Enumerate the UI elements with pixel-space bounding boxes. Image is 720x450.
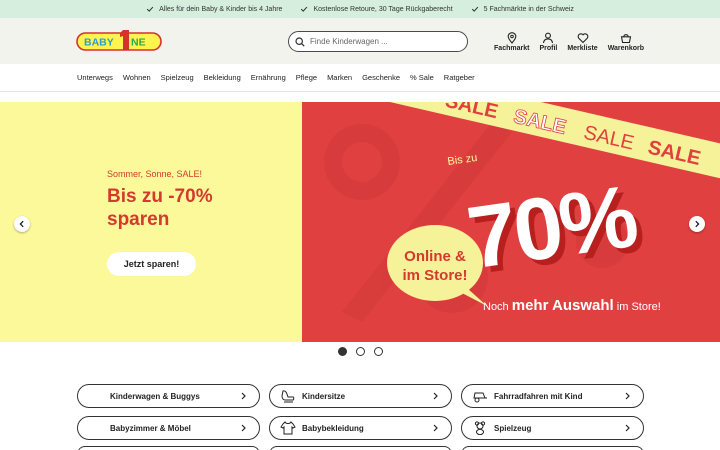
- chevron-right-icon: [241, 392, 246, 400]
- search-input[interactable]: [310, 37, 460, 46]
- sale-banner-image[interactable]: SALE SALE SALE SALE Bis zu -70% -70% Onl…: [302, 102, 720, 342]
- slider-prev-button[interactable]: [14, 216, 30, 232]
- category-pill-partial[interactable]: [77, 446, 260, 450]
- usp-item: Kostenlose Retoure, 30 Tage Rückgaberech…: [300, 5, 453, 13]
- nav-item-bekleidung[interactable]: Bekleidung: [204, 73, 241, 82]
- hero-text-panel: Sommer, Sonne, SALE! Bis zu -70% sparen …: [0, 102, 302, 342]
- bubble-line1: Online &: [404, 248, 466, 265]
- hero-slider: Sommer, Sonne, SALE! Bis zu -70% sparen …: [0, 102, 720, 342]
- profile-label: Profil: [539, 45, 558, 52]
- chevron-right-icon: [241, 424, 246, 432]
- site-header: BABY NE Fachmarkt Profil Merkliste Waren…: [0, 18, 720, 64]
- wishlist-label: Merkliste: [567, 45, 598, 52]
- chevron-right-icon: [695, 220, 700, 228]
- tagline-bold: mehr Auswahl: [512, 297, 614, 314]
- shop-now-button[interactable]: Jetzt sparen!: [107, 252, 196, 276]
- hero-title: Bis zu -70% sparen: [107, 186, 213, 230]
- category-row-partial: [77, 446, 644, 450]
- teddy-bear-icon: [474, 421, 486, 435]
- check-icon: [146, 6, 154, 12]
- category-label: Babyzimmer & Möbel: [110, 423, 191, 433]
- category-pill-partial[interactable]: [461, 446, 644, 450]
- chevron-right-icon: [433, 424, 438, 432]
- slider-next-button[interactable]: [689, 216, 705, 232]
- car-seat-icon: [281, 390, 295, 403]
- nav-item-wohnen[interactable]: Wohnen: [123, 73, 151, 82]
- logo-text-baby: BABY: [84, 37, 114, 49]
- nav-item-geschenke[interactable]: Geschenke: [362, 73, 400, 82]
- usp-text: Alles für dein Baby & Kinder bis 4 Jahre: [159, 5, 283, 13]
- tagline-pre: Noch: [483, 301, 509, 313]
- usp-item: 5 Fachmärkte in der Schweiz: [471, 5, 574, 13]
- nav-item-ratgeber[interactable]: Ratgeber: [444, 73, 475, 82]
- profile-button[interactable]: Profil: [539, 32, 557, 52]
- slide-dot-1[interactable]: [337, 347, 347, 356]
- category-kinderwagen[interactable]: Kinderwagen & Buggys: [77, 384, 260, 408]
- baby-clothes-icon: [280, 421, 296, 435]
- bike-trailer-icon: [473, 392, 487, 403]
- cart-label: Warenkorb: [607, 45, 644, 52]
- category-label: Spielzeug: [494, 423, 532, 433]
- nav-item-unterwegs[interactable]: Unterwegs: [77, 73, 113, 82]
- chevron-right-icon: [433, 392, 438, 400]
- category-babybekleidung[interactable]: Babybekleidung: [269, 416, 452, 440]
- category-kindersitze[interactable]: Kindersitze: [269, 384, 452, 408]
- chevron-right-icon: [625, 424, 630, 432]
- search-icon: [295, 36, 305, 47]
- wishlist-button[interactable]: Merkliste: [567, 32, 598, 52]
- bubble-line2: im Store!: [402, 267, 467, 284]
- usp-text: Kostenlose Retoure, 30 Tage Rückgaberech…: [313, 5, 453, 13]
- category-label: Kindersitze: [302, 391, 346, 401]
- usp-item: Alles für dein Baby & Kinder bis 4 Jahre: [146, 5, 282, 13]
- usp-text: 5 Fachmärkte in der Schweiz: [483, 5, 574, 13]
- nav-item-pflege[interactable]: Pflege: [296, 73, 317, 82]
- main-nav: Unterwegs Wohnen Spielzeug Bekleidung Er…: [0, 64, 720, 92]
- user-icon: [543, 32, 554, 44]
- basket-icon: [620, 34, 632, 44]
- category-label: Kinderwagen & Buggys: [110, 391, 200, 401]
- slide-dot-3[interactable]: [373, 347, 383, 356]
- check-icon: [471, 6, 478, 12]
- sale-banner-graphic: SALE SALE SALE SALE Bis zu -70% -70% Onl…: [324, 102, 720, 322]
- store-locator-label: Fachmarkt: [494, 45, 530, 52]
- nav-item-marken[interactable]: Marken: [327, 73, 352, 82]
- usp-bar: Alles für dein Baby & Kinder bis 4 Jahre…: [0, 0, 720, 18]
- category-spielzeug[interactable]: Spielzeug: [461, 416, 644, 440]
- header-actions: Fachmarkt Profil Merkliste Warenkorb: [494, 32, 644, 52]
- store-locator-button[interactable]: Fachmarkt: [494, 32, 529, 52]
- category-label: Babybekleidung: [302, 423, 364, 433]
- svg-text:Noch mehr Auswahl: Noch mehr Auswahl im Store!: [483, 297, 661, 314]
- location-pin-icon: [507, 32, 517, 44]
- category-babyzimmer[interactable]: Babyzimmer & Möbel: [77, 416, 260, 440]
- nav-item-spielzeug[interactable]: Spielzeug: [161, 73, 194, 82]
- chevron-left-icon: [19, 220, 24, 228]
- tagline-post: im Store!: [617, 301, 661, 313]
- check-icon: [301, 6, 308, 12]
- cart-button[interactable]: Warenkorb: [608, 32, 644, 52]
- slide-dot-2[interactable]: [355, 347, 365, 356]
- hero-kicker: Sommer, Sonne, SALE!: [107, 169, 203, 179]
- category-pill-partial[interactable]: [269, 446, 452, 450]
- slider-pagination: [0, 347, 720, 356]
- svg-text:NE: NE: [131, 37, 146, 49]
- search-bar[interactable]: [288, 31, 468, 52]
- chevron-right-icon: [625, 392, 630, 400]
- nav-item-sale[interactable]: % Sale: [410, 73, 434, 82]
- babyone-logo[interactable]: BABY NE: [76, 29, 162, 53]
- heart-icon: [577, 33, 588, 44]
- category-fahrradfahren[interactable]: Fahrradfahren mit Kind: [461, 384, 644, 408]
- category-label: Fahrradfahren mit Kind: [494, 391, 583, 401]
- nav-item-ernaehrung[interactable]: Ernährung: [251, 73, 286, 82]
- category-grid: Kinderwagen & Buggys Kindersitze Fahrrad…: [77, 384, 644, 440]
